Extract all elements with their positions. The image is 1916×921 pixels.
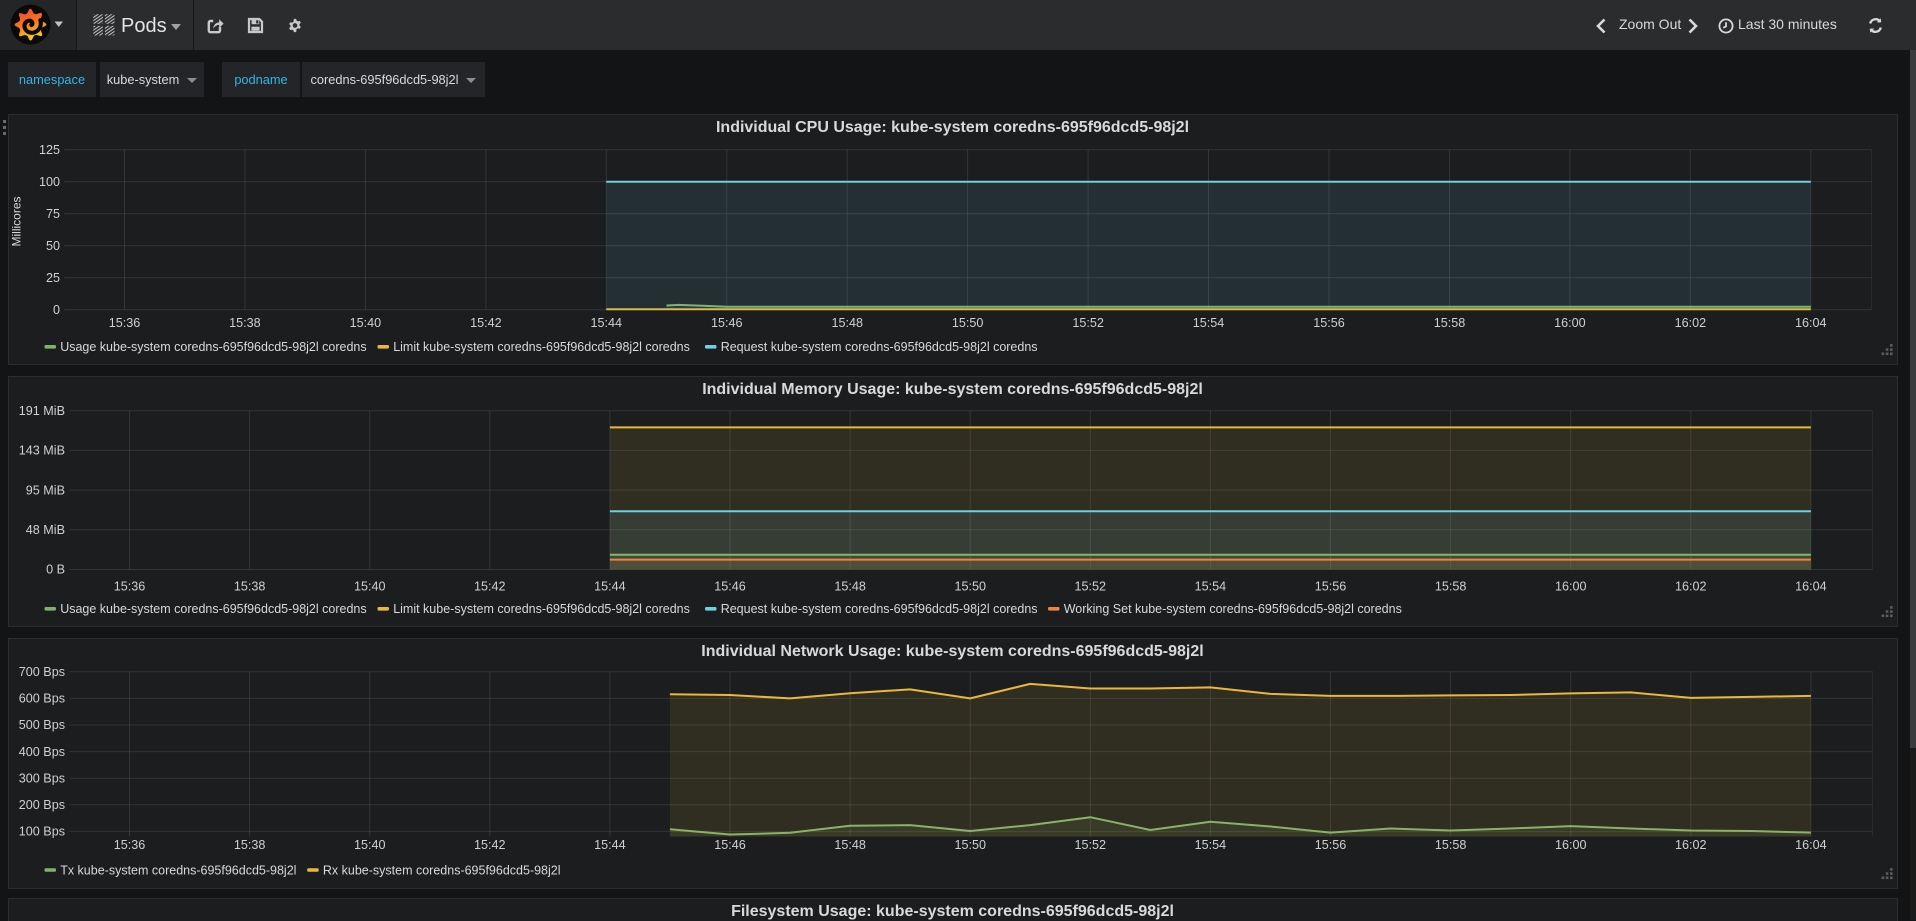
svg-text:15:54: 15:54 xyxy=(1195,838,1227,852)
svg-text:Individual Memory Usage: kube-: Individual Memory Usage: kube-system cor… xyxy=(702,381,1203,398)
svg-text:15:36: 15:36 xyxy=(109,315,141,329)
svg-text:Request kube-system coredns-69: Request kube-system coredns-695f96dcd5-9… xyxy=(721,340,1038,354)
svg-text:143 MiB: 143 MiB xyxy=(19,443,65,457)
svg-text:600 Bps: 600 Bps xyxy=(19,691,65,705)
svg-text:Individual Network Usage: kube: Individual Network Usage: kube-system co… xyxy=(701,643,1203,660)
svg-text:15:36: 15:36 xyxy=(114,838,146,852)
svg-text:15:46: 15:46 xyxy=(711,315,743,329)
svg-text:16:00: 16:00 xyxy=(1554,315,1586,329)
svg-text:15:50: 15:50 xyxy=(952,315,984,329)
svg-text:Request kube-system coredns-69: Request kube-system coredns-695f96dcd5-9… xyxy=(721,602,1038,616)
svg-text:Usage kube-system coredns-695f: Usage kube-system coredns-695f96dcd5-98j… xyxy=(60,340,366,354)
svg-text:15:48: 15:48 xyxy=(834,838,866,852)
svg-text:16:04: 16:04 xyxy=(1795,315,1827,329)
svg-text:15:50: 15:50 xyxy=(954,838,986,852)
svg-text:50: 50 xyxy=(46,239,60,253)
svg-text:15:42: 15:42 xyxy=(474,838,506,852)
svg-text:Working Set kube-system coredn: Working Set kube-system coredns-695f96dc… xyxy=(1064,602,1402,616)
svg-text:16:02: 16:02 xyxy=(1675,315,1707,329)
svg-text:Usage kube-system coredns-695f: Usage kube-system coredns-695f96dcd5-98j… xyxy=(60,602,366,616)
svg-text:Limit kube-system coredns-695f: Limit kube-system coredns-695f96dcd5-98j… xyxy=(393,340,690,354)
svg-text:15:50: 15:50 xyxy=(954,579,986,593)
svg-text:100: 100 xyxy=(39,175,60,189)
svg-text:48 MiB: 48 MiB xyxy=(26,523,65,537)
svg-text:15:38: 15:38 xyxy=(234,579,266,593)
svg-text:15:54: 15:54 xyxy=(1193,315,1225,329)
svg-text:Rx kube-system coredns-695f96d: Rx kube-system coredns-695f96dcd5-98j2l xyxy=(323,863,561,877)
svg-text:75: 75 xyxy=(46,207,60,221)
svg-text:0: 0 xyxy=(53,303,60,317)
svg-text:Millicores: Millicores xyxy=(10,196,24,246)
svg-text:15:42: 15:42 xyxy=(470,315,502,329)
svg-text:0 B: 0 B xyxy=(46,562,65,576)
svg-text:15:46: 15:46 xyxy=(714,579,746,593)
svg-text:16:04: 16:04 xyxy=(1795,579,1827,593)
svg-text:15:38: 15:38 xyxy=(234,838,266,852)
svg-text:15:40: 15:40 xyxy=(354,838,386,852)
svg-text:15:56: 15:56 xyxy=(1315,838,1347,852)
svg-text:100 Bps: 100 Bps xyxy=(19,824,65,838)
svg-text:500 Bps: 500 Bps xyxy=(19,718,65,732)
svg-text:15:52: 15:52 xyxy=(1072,315,1104,329)
svg-text:15:40: 15:40 xyxy=(350,315,382,329)
svg-text:Limit kube-system coredns-695f: Limit kube-system coredns-695f96dcd5-98j… xyxy=(393,602,690,616)
svg-text:15:44: 15:44 xyxy=(591,315,623,329)
svg-text:16:00: 16:00 xyxy=(1555,579,1587,593)
svg-text:125: 125 xyxy=(39,143,60,157)
svg-text:15:40: 15:40 xyxy=(354,579,386,593)
svg-text:191 MiB: 191 MiB xyxy=(19,403,65,417)
svg-text:Tx kube-system coredns-695f96d: Tx kube-system coredns-695f96dcd5-98j2l xyxy=(60,863,296,877)
svg-text:15:54: 15:54 xyxy=(1195,579,1227,593)
svg-text:25: 25 xyxy=(46,271,60,285)
svg-text:15:52: 15:52 xyxy=(1075,838,1107,852)
svg-text:15:52: 15:52 xyxy=(1075,579,1107,593)
svg-text:15:58: 15:58 xyxy=(1435,838,1467,852)
svg-text:15:56: 15:56 xyxy=(1313,315,1345,329)
svg-text:300 Bps: 300 Bps xyxy=(19,771,65,785)
svg-text:15:58: 15:58 xyxy=(1434,315,1466,329)
svg-text:15:48: 15:48 xyxy=(831,315,863,329)
svg-text:16:04: 16:04 xyxy=(1795,838,1827,852)
svg-text:15:38: 15:38 xyxy=(229,315,261,329)
svg-text:15:46: 15:46 xyxy=(714,838,746,852)
svg-text:15:36: 15:36 xyxy=(114,579,146,593)
svg-text:Filesystem Usage: kube-system: Filesystem Usage: kube-system coredns-69… xyxy=(731,903,1174,920)
svg-text:15:44: 15:44 xyxy=(594,838,626,852)
svg-text:200 Bps: 200 Bps xyxy=(19,798,65,812)
svg-text:15:44: 15:44 xyxy=(594,579,626,593)
svg-text:15:56: 15:56 xyxy=(1315,579,1347,593)
svg-text:15:48: 15:48 xyxy=(834,579,866,593)
svg-text:15:58: 15:58 xyxy=(1435,579,1467,593)
svg-text:95 MiB: 95 MiB xyxy=(26,483,65,497)
svg-text:16:00: 16:00 xyxy=(1555,838,1587,852)
svg-text:Individual CPU Usage: kube-sys: Individual CPU Usage: kube-system coredn… xyxy=(716,119,1189,136)
svg-text:15:42: 15:42 xyxy=(474,579,506,593)
svg-text:16:02: 16:02 xyxy=(1675,838,1707,852)
svg-text:400 Bps: 400 Bps xyxy=(19,744,65,758)
svg-text:700 Bps: 700 Bps xyxy=(19,665,65,679)
svg-text:16:02: 16:02 xyxy=(1675,579,1707,593)
